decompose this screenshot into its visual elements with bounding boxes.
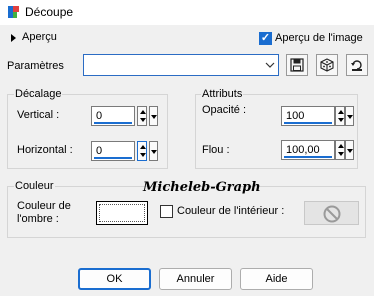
- shadow-color-label-line2: l'ombre :: [17, 213, 59, 225]
- reset-icon: [351, 60, 362, 71]
- preview-toggle[interactable]: Aperçu: [11, 31, 71, 46]
- cancel-button[interactable]: Annuler: [159, 268, 232, 290]
- blur-input[interactable]: 100,00: [281, 140, 335, 160]
- shadow-color-label-line1: Couleur de: [17, 200, 71, 212]
- randomize-button[interactable]: [316, 54, 338, 76]
- watermark-signature: Micheleb-Graph: [143, 180, 261, 195]
- chevron-down-icon: [264, 58, 276, 72]
- blur-spinner[interactable]: [335, 140, 345, 160]
- attributes-group-label: Attributs: [201, 88, 244, 100]
- save-preset-button[interactable]: [286, 54, 308, 76]
- vertical-input-underline: [94, 122, 132, 124]
- shadow-color-label: Couleur de l'ombre :: [17, 200, 71, 226]
- horizontal-input[interactable]: 0: [91, 141, 135, 161]
- window-title: Découpe: [25, 5, 74, 19]
- params-combobox[interactable]: [83, 54, 279, 76]
- opacity-dropdown[interactable]: [345, 106, 354, 126]
- vertical-dropdown[interactable]: [149, 106, 158, 126]
- opacity-value: 100: [286, 110, 305, 122]
- save-preset-icon: [290, 58, 304, 72]
- horizontal-label: Horizontal :: [17, 144, 73, 156]
- params-label: Paramètres: [7, 60, 64, 72]
- image-preview-checkbox[interactable]: ✓: [259, 32, 272, 45]
- preview-toggle-label: Aperçu: [22, 31, 57, 43]
- opacity-spinner[interactable]: [335, 106, 345, 126]
- shadow-color-swatch[interactable]: [96, 201, 148, 225]
- blur-value: 100,00: [286, 144, 320, 156]
- expand-triangle-icon: [11, 34, 16, 42]
- app-icon: [8, 6, 19, 18]
- opacity-input-underline: [284, 122, 332, 124]
- interior-color-checkbox[interactable]: [160, 205, 173, 218]
- opacity-input[interactable]: 100: [281, 106, 335, 126]
- blur-label: Flou :: [202, 144, 230, 156]
- interior-color-label: Couleur de l'intérieur :: [177, 205, 285, 217]
- image-preview-label: Aperçu de l'image: [275, 32, 363, 44]
- ok-button[interactable]: OK: [78, 268, 151, 290]
- blur-dropdown[interactable]: [345, 140, 354, 160]
- randomize-dice-icon: [320, 58, 334, 72]
- horizontal-value: 0: [96, 145, 103, 157]
- vertical-spinner[interactable]: [137, 106, 147, 126]
- no-color-icon: [323, 205, 341, 223]
- help-button[interactable]: Aide: [240, 268, 313, 290]
- shadow-color-fill: [99, 204, 145, 222]
- horizontal-spinner[interactable]: [137, 141, 147, 161]
- horizontal-dropdown[interactable]: [149, 141, 158, 161]
- interior-color-swatch: [304, 201, 359, 225]
- vertical-value: 0: [96, 110, 103, 122]
- vertical-label: Vertical :: [17, 109, 60, 121]
- horizontal-input-underline: [94, 157, 132, 159]
- color-group-label: Couleur: [14, 180, 55, 192]
- opacity-label: Opacité :: [202, 104, 247, 116]
- vertical-input[interactable]: 0: [91, 106, 135, 126]
- blur-input-underline: [284, 156, 332, 158]
- reset-button[interactable]: [346, 54, 368, 76]
- offset-group-label: Décalage: [14, 88, 63, 100]
